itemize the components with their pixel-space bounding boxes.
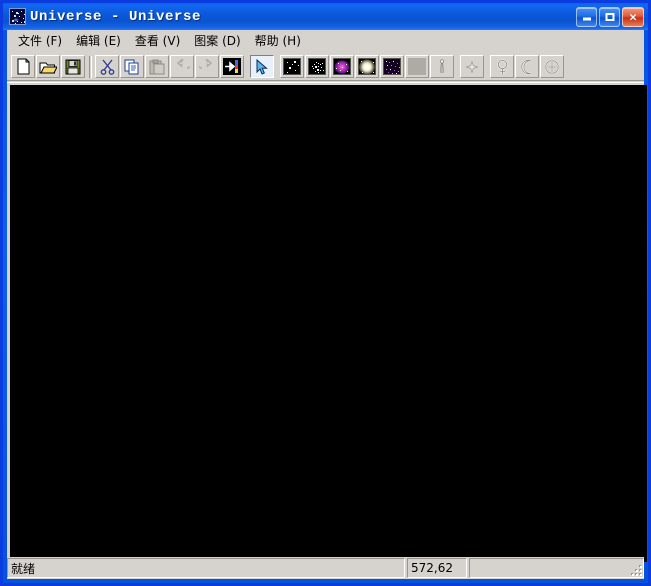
floppy-disk-icon — [65, 59, 81, 74]
venus-button[interactable] — [490, 55, 514, 78]
save-file-button[interactable] — [61, 55, 85, 78]
status-bar: 就绪 572,62 — [7, 557, 644, 579]
starfield-button[interactable] — [380, 55, 404, 78]
menu-edit[interactable]: 编辑 (E) — [69, 30, 128, 51]
sparkle-button[interactable] — [460, 55, 484, 78]
close-icon: × — [629, 9, 637, 24]
copy-button[interactable] — [120, 55, 144, 78]
toolbar-separator-1 — [89, 55, 92, 78]
menu-bar: 文件 (F) 编辑 (E) 查看 (V) 图案 (D) 帮助 (H) — [7, 30, 644, 51]
arrow-to-bar-icon — [223, 58, 241, 75]
select-tool-button[interactable] — [250, 55, 274, 78]
purple-nebula-icon — [333, 58, 351, 75]
star-cluster-icon — [308, 58, 326, 75]
blank-swatch-icon — [408, 58, 426, 75]
undo-button[interactable] — [170, 55, 194, 78]
sparse-stars-icon — [283, 58, 301, 75]
universe-starfield-icon — [9, 8, 26, 25]
blank-pattern-button[interactable] — [405, 55, 429, 78]
menu-view[interactable]: 查看 (V) — [128, 30, 187, 51]
new-file-button[interactable] — [11, 55, 35, 78]
window-controls: × — [576, 6, 648, 27]
target-button[interactable] — [540, 55, 564, 78]
redo-arrow-icon — [199, 58, 213, 69]
undo-arrow-icon — [176, 58, 190, 69]
venus-symbol-icon — [496, 58, 508, 74]
menu-file[interactable]: 文件 (F) — [11, 30, 69, 51]
menu-pattern[interactable]: 图案 (D) — [187, 30, 247, 51]
white-nova-icon — [358, 58, 376, 75]
cut-button[interactable] — [95, 55, 119, 78]
open-folder-icon — [39, 62, 57, 73]
application-window: Universe - Universe × 文件 (F) 编辑 (E) 查看 (… — [0, 0, 651, 586]
sparkle-star-icon — [466, 60, 478, 73]
close-button[interactable]: × — [622, 6, 644, 27]
status-extra-pane — [469, 558, 644, 578]
scissors-icon — [100, 59, 114, 75]
stars-sparse-button[interactable] — [280, 55, 304, 78]
window-title: Universe - Universe — [30, 8, 202, 25]
nova-button[interactable] — [355, 55, 379, 78]
resize-grip[interactable] — [628, 562, 642, 576]
paste-button[interactable] — [145, 55, 169, 78]
comet-icon — [440, 58, 445, 73]
redo-button[interactable] — [195, 55, 219, 78]
crescent-moon-icon — [520, 58, 531, 75]
drawing-canvas[interactable] — [10, 85, 647, 562]
moon-button[interactable] — [515, 55, 539, 78]
nebula-button[interactable] — [330, 55, 354, 78]
copy-icon — [124, 59, 138, 74]
title-bar[interactable]: Universe - Universe × — [3, 3, 648, 30]
menu-help[interactable]: 帮助 (H) — [248, 30, 308, 51]
open-file-button[interactable] — [36, 55, 60, 78]
arrow-cursor-icon — [256, 58, 268, 75]
cursor-coordinates: 572,62 — [407, 558, 467, 578]
maximize-button[interactable] — [599, 6, 620, 27]
stars-cluster-button[interactable] — [305, 55, 329, 78]
status-message: 就绪 — [7, 558, 405, 578]
violet-starfield-icon — [383, 58, 401, 75]
export-button[interactable] — [220, 55, 244, 78]
crosshair-circle-icon — [544, 59, 560, 74]
minimize-button[interactable] — [576, 6, 597, 27]
comet-button[interactable] — [430, 55, 454, 78]
paste-icon — [149, 59, 165, 74]
new-page-icon — [17, 58, 29, 75]
toolbar — [7, 51, 644, 83]
